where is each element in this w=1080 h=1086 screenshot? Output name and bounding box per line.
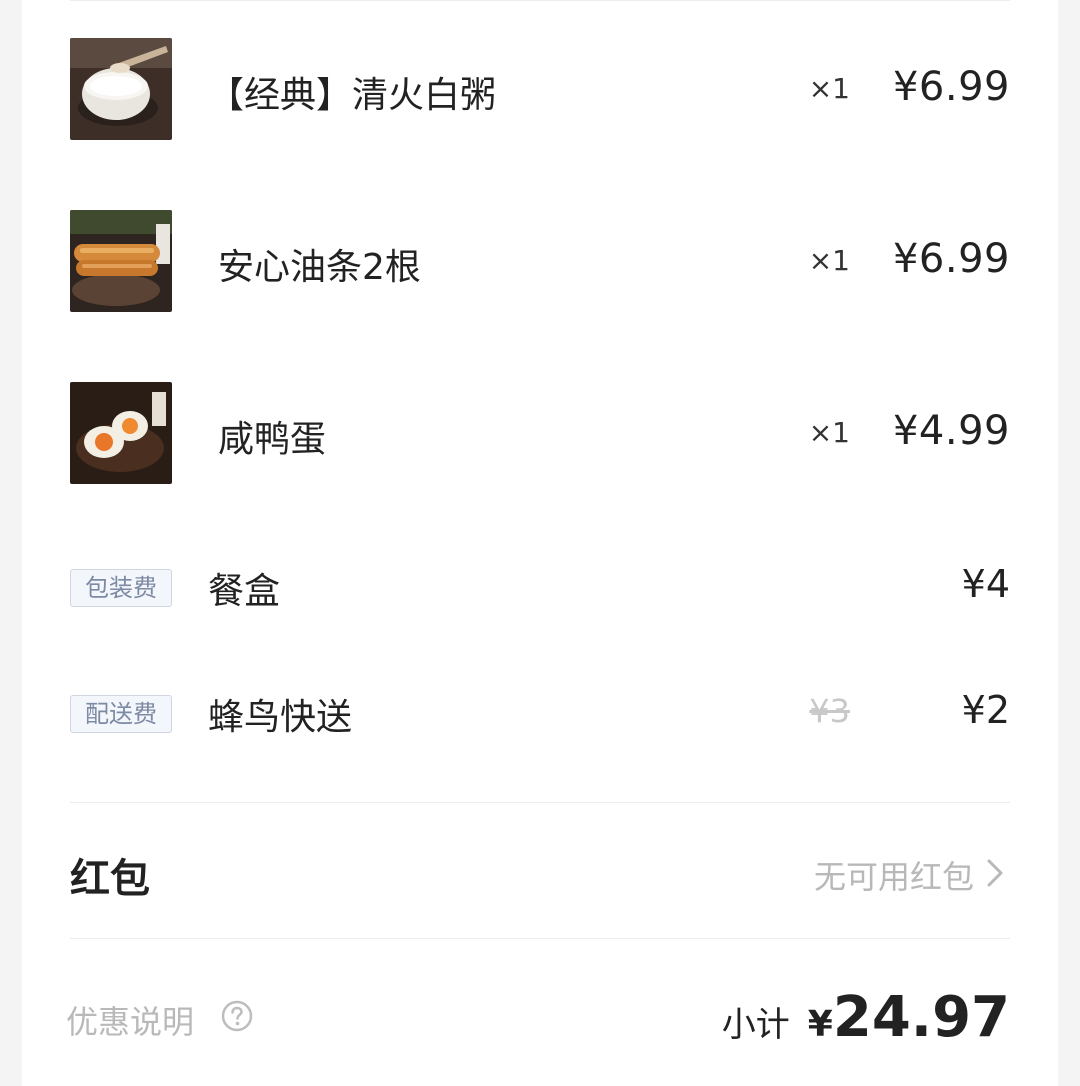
fee-tag: 包装费 xyxy=(70,569,172,607)
section-divider xyxy=(70,802,1010,803)
item-price: ¥4.99 xyxy=(892,408,1010,454)
subtotal: 小计 ¥24.97 xyxy=(722,985,1010,1050)
red-packet-label: 红包 xyxy=(70,856,150,902)
promo-explanation-label[interactable]: 优惠说明 xyxy=(66,997,194,1043)
fee-tag: 配送费 xyxy=(70,695,172,733)
currency-symbol: ¥ xyxy=(807,1004,833,1045)
item-price: ¥6.99 xyxy=(892,64,1010,110)
item-quantity: ×1 xyxy=(808,72,850,105)
packaging-fee-row: 包装费 餐盒 ¥4 xyxy=(22,562,1058,622)
fee-name: 餐盒 xyxy=(208,571,281,612)
order-item-row: 【经典】清火白粥 ×1 ¥6.99 xyxy=(22,38,1058,142)
fee-price: ¥2 xyxy=(961,688,1010,732)
red-packet-row[interactable]: 红包 无可用红包 xyxy=(22,840,1058,906)
white-porridge-image xyxy=(70,38,172,140)
subtotal-label: 小计 xyxy=(721,1005,790,1045)
fee-name: 蜂鸟快送 xyxy=(208,697,353,738)
order-item-row: 安心油条2根 ×1 ¥6.99 xyxy=(22,210,1058,314)
item-quantity: ×1 xyxy=(808,416,850,449)
subtotal-amount: 24.97 xyxy=(832,985,1010,1050)
top-divider xyxy=(70,0,1010,1)
fee-price: ¥4 xyxy=(961,562,1010,606)
fee-original-price: ¥3 xyxy=(809,692,850,730)
item-price: ¥6.99 xyxy=(892,236,1010,282)
item-name: 安心油条2根 xyxy=(218,247,421,288)
delivery-fee-row: 配送费 蜂鸟快送 ¥3 ¥2 xyxy=(22,688,1058,748)
summary-footer: 优惠说明 小计 ¥24.97 xyxy=(22,985,1058,1055)
salted-duck-egg-image xyxy=(70,382,172,484)
item-name: 【经典】清火白粥 xyxy=(208,75,497,116)
order-item-row: 咸鸭蛋 ×1 ¥4.99 xyxy=(22,382,1058,486)
section-divider xyxy=(70,938,1010,939)
item-quantity: ×1 xyxy=(808,244,850,277)
order-summary-card: 【经典】清火白粥 ×1 ¥6.99 安心油条2根 ×1 ¥6.99 咸鸭蛋 ×1… xyxy=(22,0,1058,1086)
item-name: 咸鸭蛋 xyxy=(218,419,327,460)
question-circle-icon[interactable] xyxy=(220,999,254,1033)
chevron-right-icon[interactable] xyxy=(984,858,1006,888)
red-packet-status: 无可用红包 xyxy=(813,858,974,896)
fried-dough-sticks-image xyxy=(70,210,172,312)
